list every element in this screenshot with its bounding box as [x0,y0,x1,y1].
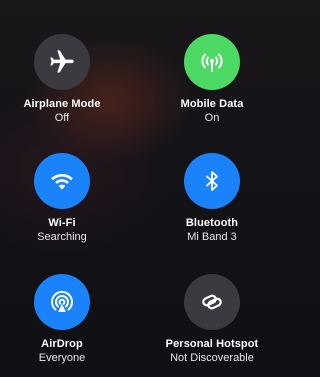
airdrop-label: AirDrop [41,338,83,350]
airdrop-status: Everyone [38,352,86,364]
airplane-mode-status: Off [54,112,70,124]
airdrop-icon [47,287,77,317]
wifi-label: Wi-Fi [48,217,76,229]
airplane-mode-button[interactable] [34,34,90,90]
mobile-data-status: On [204,112,220,124]
personal-hotspot-label: Personal Hotspot [165,338,259,350]
personal-hotspot-button[interactable] [184,274,240,330]
personal-hotspot-toggle[interactable]: Personal Hotspot Not Discoverable [142,274,282,365]
personal-hotspot-status: Not Discoverable [170,352,254,364]
mobile-data-label: Mobile Data [180,98,244,110]
mobile-data-toggle[interactable]: Mobile Data On [142,34,282,125]
airplane-icon [48,48,76,76]
wifi-button[interactable] [34,153,90,209]
bluetooth-status: Mi Band 3 [187,231,237,243]
wifi-status: Searching [37,231,87,243]
airdrop-toggle[interactable]: AirDrop Everyone [0,274,132,365]
airplane-mode-label: Airplane Mode [23,98,101,110]
bluetooth-icon [198,167,226,195]
bluetooth-label: Bluetooth [185,217,239,229]
antenna-icon [198,48,226,76]
wifi-toggle[interactable]: Wi-Fi Searching [0,153,132,244]
wifi-icon [48,167,76,195]
airdrop-button[interactable] [34,274,90,330]
bluetooth-button[interactable] [184,153,240,209]
hotspot-link-icon [198,288,226,316]
bluetooth-toggle[interactable]: Bluetooth Mi Band 3 [142,153,282,244]
connectivity-panel: Airplane Mode Off Mobile Data On Wi-Fi S… [0,0,278,377]
mobile-data-button[interactable] [184,34,240,90]
airplane-mode-toggle[interactable]: Airplane Mode Off [0,34,132,125]
